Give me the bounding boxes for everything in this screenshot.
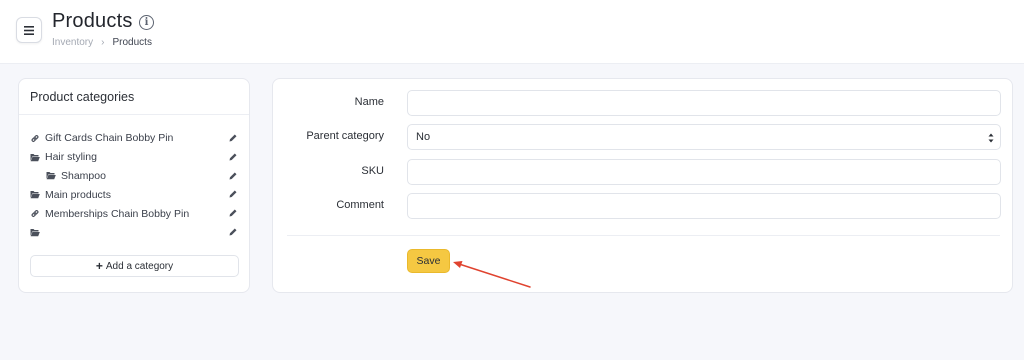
add-category-label: Add a category	[105, 260, 174, 272]
name-label: Name	[354, 96, 384, 108]
category-label: Main products	[45, 188, 111, 201]
comment-label: Comment	[336, 199, 384, 211]
menu-toggle-button[interactable]	[16, 17, 42, 43]
category-item-unnamed[interactable]	[19, 223, 249, 242]
parent-category-select[interactable]: No	[407, 124, 1001, 150]
breadcrumb-inventory[interactable]: Inventory	[52, 37, 93, 48]
pencil-icon[interactable]	[228, 189, 238, 199]
breadcrumb-products: Products	[112, 37, 152, 48]
name-row: Name	[273, 90, 1012, 116]
sku-row: SKU	[273, 159, 1012, 185]
categories-panel: Product categories Gift Cards Chain Bobb…	[18, 78, 250, 293]
hamburger-icon	[24, 25, 34, 35]
category-list: Gift Cards Chain Bobby Pin Hair styling …	[19, 129, 249, 242]
annotation-arrow-icon	[453, 261, 531, 288]
sku-field[interactable]	[407, 159, 1001, 185]
category-item-gift-cards[interactable]: Gift Cards Chain Bobby Pin	[19, 129, 249, 148]
category-label: Gift Cards Chain Bobby Pin	[45, 132, 174, 145]
folder-open-icon	[46, 171, 56, 181]
link-icon	[30, 209, 40, 219]
category-item-shampoo[interactable]: Shampoo	[19, 167, 249, 186]
top-bar: Products i Inventory › Products	[0, 0, 1024, 64]
save-button[interactable]: Save	[407, 249, 450, 273]
breadcrumb: Inventory › Products	[52, 37, 152, 48]
page-title: Products	[52, 10, 133, 32]
link-icon	[30, 133, 40, 143]
name-field[interactable]	[407, 90, 1001, 116]
form-divider	[287, 235, 1000, 236]
plus-icon: +	[95, 259, 103, 273]
category-label: Shampoo	[61, 169, 106, 182]
folder-open-icon	[30, 227, 40, 237]
parent-category-row: Parent category No	[273, 124, 1012, 150]
folder-open-icon	[30, 190, 40, 200]
category-label: Memberships Chain Bobby Pin	[45, 207, 190, 220]
comment-row: Comment	[273, 193, 1012, 219]
pencil-icon[interactable]	[228, 208, 238, 218]
pencil-icon[interactable]	[228, 133, 238, 143]
category-item-main-products[interactable]: Main products	[19, 185, 249, 204]
category-item-hair-styling[interactable]: Hair styling	[19, 148, 249, 167]
add-category-button[interactable]: + Add a category	[30, 255, 239, 277]
chevron-right-icon: ›	[101, 37, 105, 48]
parent-category-label: Parent category	[306, 130, 384, 142]
folder-open-icon	[30, 152, 40, 162]
comment-field[interactable]	[407, 193, 1001, 219]
category-item-memberships[interactable]: Memberships Chain Bobby Pin	[19, 204, 249, 223]
pencil-icon[interactable]	[228, 171, 238, 181]
pencil-icon[interactable]	[228, 152, 238, 162]
info-icon[interactable]: i	[139, 15, 154, 30]
category-label: Hair styling	[45, 151, 97, 164]
select-arrows-icon	[988, 133, 994, 143]
sku-label: SKU	[361, 165, 384, 177]
categories-heading: Product categories	[19, 79, 249, 115]
category-form-panel: Name Parent category No SKU Comment Save	[272, 78, 1013, 293]
pencil-icon[interactable]	[228, 227, 238, 237]
parent-category-value: No	[416, 131, 431, 143]
